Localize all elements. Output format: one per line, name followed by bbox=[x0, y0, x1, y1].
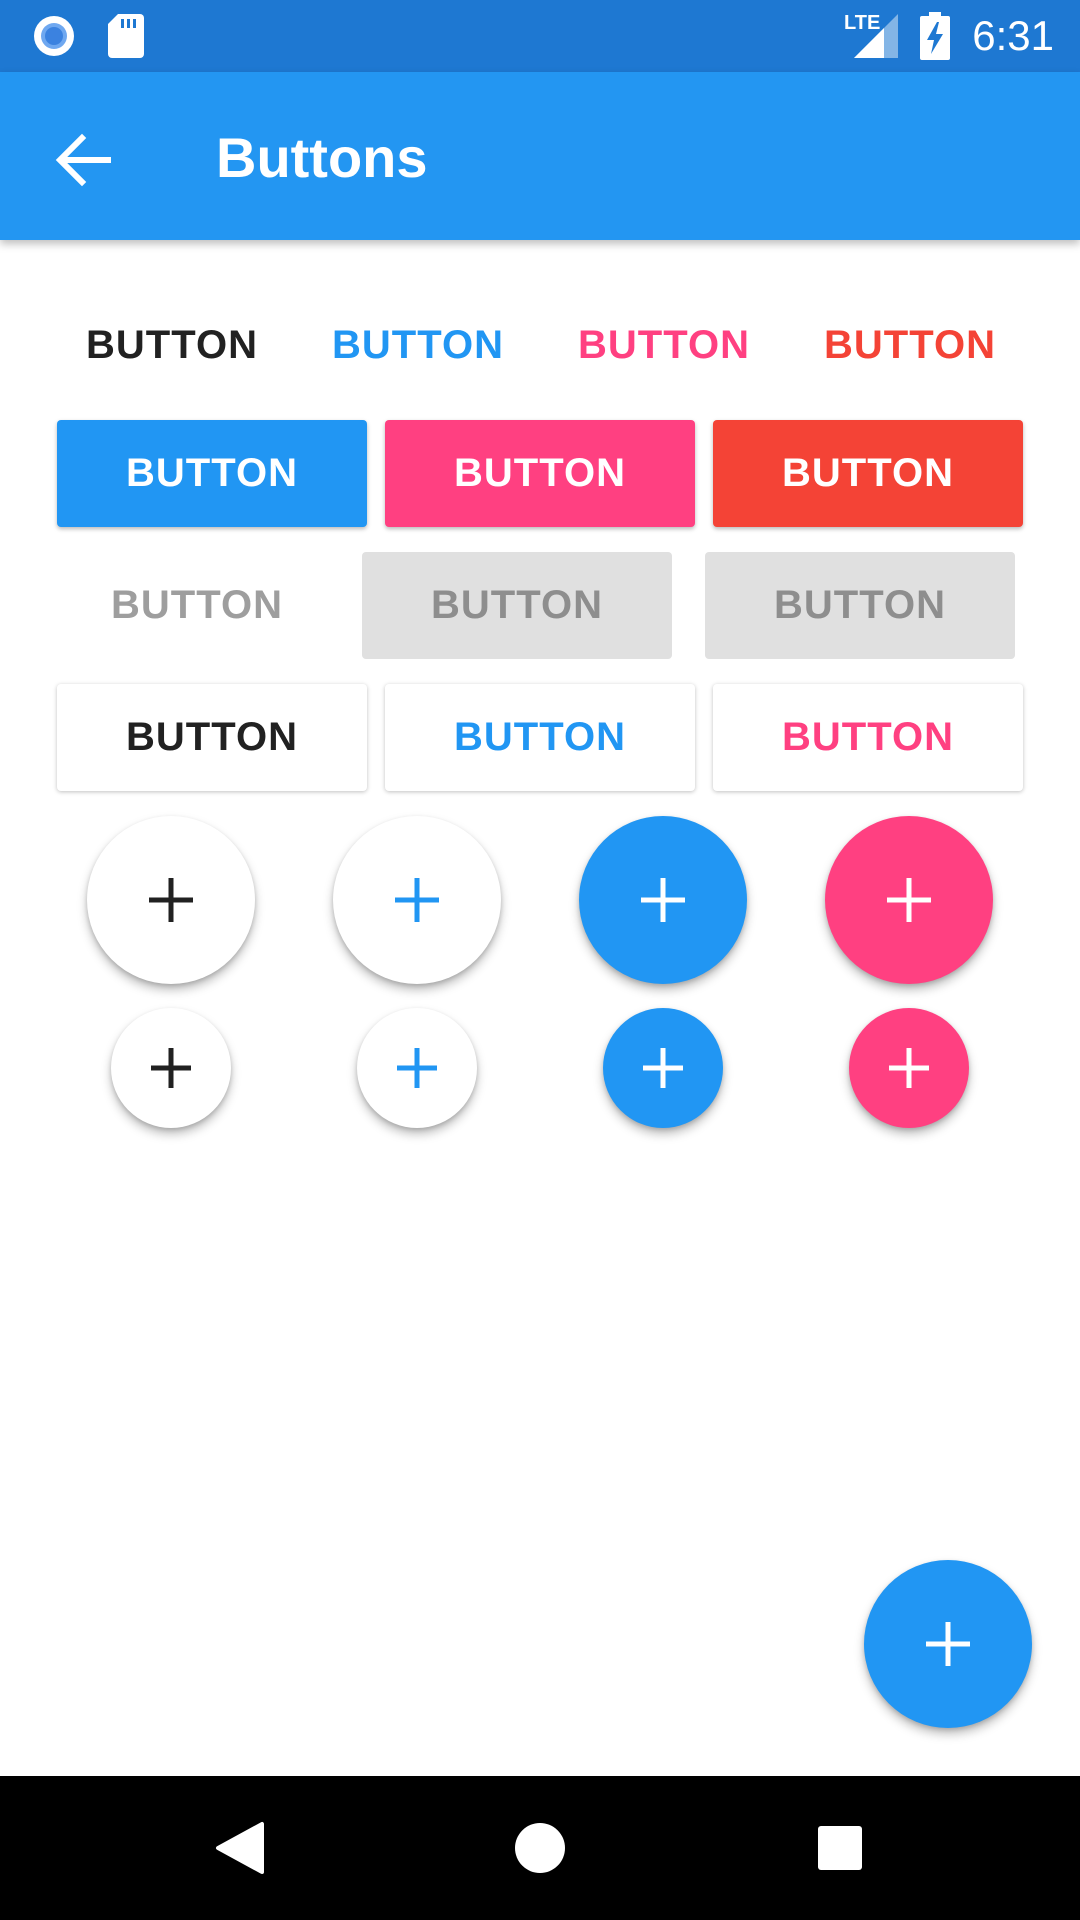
fab-large-default[interactable] bbox=[87, 816, 255, 984]
flat-button-default[interactable]: BUTTON bbox=[70, 295, 274, 395]
raised-button-accent[interactable]: BUTTON bbox=[385, 420, 695, 527]
plus-icon bbox=[395, 878, 439, 922]
fab-large-primary-icon[interactable] bbox=[333, 816, 501, 984]
back-button[interactable] bbox=[40, 116, 128, 204]
fab-mini-default[interactable] bbox=[111, 1008, 231, 1128]
main-fab[interactable] bbox=[864, 1560, 1032, 1728]
signal-icon bbox=[854, 14, 898, 58]
fab-mini-accent[interactable] bbox=[849, 1008, 969, 1128]
raised-button-primary[interactable]: BUTTON bbox=[57, 420, 367, 527]
plus-icon bbox=[149, 878, 193, 922]
plus-icon bbox=[151, 1048, 191, 1088]
flat-button-primary[interactable]: BUTTON bbox=[316, 295, 520, 395]
white-button-default[interactable]: BUTTON bbox=[57, 684, 367, 791]
flat-button-warn[interactable]: BUTTON bbox=[808, 295, 1012, 395]
plus-icon bbox=[889, 1048, 929, 1088]
disabled-raised-button: BUTTON bbox=[362, 552, 672, 659]
record-icon bbox=[34, 16, 74, 56]
plus-icon bbox=[926, 1622, 970, 1666]
system-navigation-bar bbox=[0, 1776, 1080, 1920]
disabled-flat-button: BUTTON bbox=[111, 583, 283, 627]
recents-square-icon[interactable] bbox=[816, 1824, 864, 1872]
disabled-raised-button: BUTTON bbox=[705, 552, 1015, 659]
white-button-primary[interactable]: BUTTON bbox=[385, 684, 695, 791]
battery-charging-icon bbox=[920, 12, 950, 60]
flat-button-accent[interactable]: BUTTON bbox=[562, 295, 766, 395]
plus-icon bbox=[397, 1048, 437, 1088]
fab-mini-primary-icon[interactable] bbox=[357, 1008, 477, 1128]
app-bar: Buttons bbox=[0, 72, 1080, 240]
plus-icon bbox=[887, 878, 931, 922]
fab-large-primary[interactable] bbox=[579, 816, 747, 984]
back-triangle-icon[interactable] bbox=[214, 1820, 266, 1876]
plus-icon bbox=[643, 1048, 683, 1088]
home-circle-icon[interactable] bbox=[512, 1820, 568, 1876]
fab-large-accent[interactable] bbox=[825, 816, 993, 984]
status-bar: LTE 6:31 bbox=[0, 0, 1080, 72]
sd-card-icon bbox=[108, 14, 144, 58]
raised-button-warn[interactable]: BUTTON bbox=[713, 420, 1023, 527]
fab-mini-primary[interactable] bbox=[603, 1008, 723, 1128]
white-button-accent[interactable]: BUTTON bbox=[713, 684, 1023, 791]
page-title: Buttons bbox=[216, 126, 428, 189]
plus-icon bbox=[641, 878, 685, 922]
clock: 6:31 bbox=[972, 12, 1054, 59]
arrow-back-icon bbox=[55, 133, 111, 187]
